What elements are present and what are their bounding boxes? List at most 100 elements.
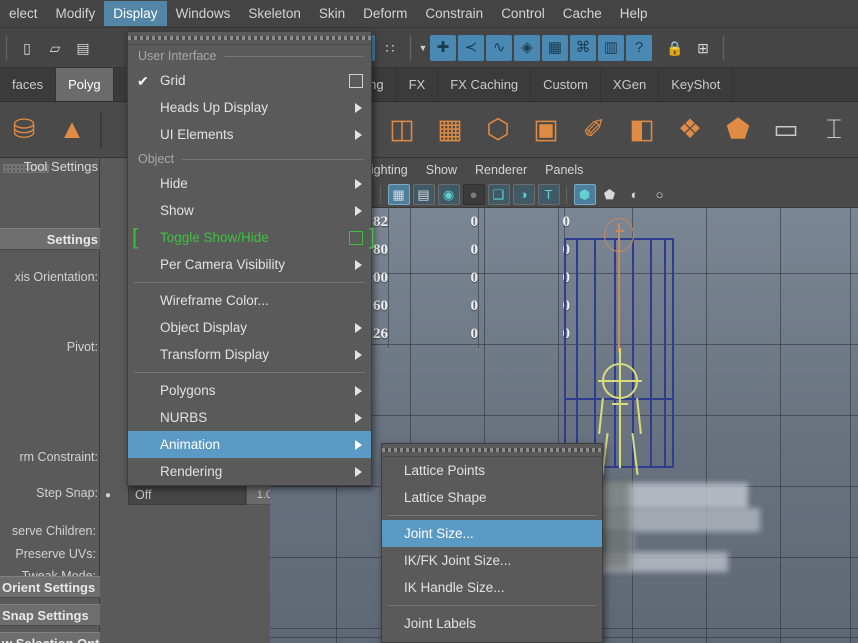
menu-item-nurbs[interactable]: NURBS — [128, 404, 371, 431]
menu-item-hide[interactable]: Hide — [128, 170, 371, 197]
panel-menu-show[interactable]: Show — [417, 163, 466, 177]
snap-view-plane-icon[interactable]: ▦ — [542, 35, 568, 61]
menu-deform[interactable]: Deform — [354, 1, 416, 26]
submenu-arrow-icon — [355, 386, 362, 396]
menu-modify[interactable]: Modify — [47, 1, 105, 26]
submenu-tear-off-handle[interactable] — [382, 444, 602, 457]
menu-item-polygons[interactable]: Polygons — [128, 377, 371, 404]
xray-joints-icon[interactable]: ◑ — [513, 184, 535, 205]
make-live-icon[interactable]: ⌘ — [570, 35, 596, 61]
menu-control[interactable]: Control — [492, 1, 554, 26]
poly-append-icon[interactable]: ⌶ — [813, 109, 855, 151]
smooth-shade-icon[interactable]: ⬢ — [574, 184, 596, 205]
menu-windows[interactable]: Windows — [167, 1, 240, 26]
readout-c3: 0 — [478, 326, 570, 343]
texture-icon[interactable]: T — [538, 184, 560, 205]
bracket-right-icon: ] — [369, 226, 375, 248]
shaded-cube-icon[interactable]: ⬟ — [599, 184, 621, 205]
poly-multicut-icon[interactable]: ▣ — [525, 109, 567, 151]
menu-item-transform-display[interactable]: Transform Display — [128, 341, 371, 368]
menu-constrain[interactable]: Constrain — [416, 1, 492, 26]
poly-cube-smooth-icon[interactable]: ⬡ — [477, 109, 519, 151]
step-snap-value-field[interactable]: Off — [128, 485, 246, 505]
shelf-tab-keyshot[interactable]: KeyShot — [659, 68, 733, 101]
gate-mask-icon[interactable]: ● — [463, 184, 485, 205]
menu-divider — [134, 282, 365, 283]
xray-icon[interactable]: ❑ — [488, 184, 510, 205]
menu-item-toggle-show-hide[interactable]: [ Toggle Show/Hide ] — [128, 224, 371, 251]
menu-skin[interactable]: Skin — [310, 1, 354, 26]
snap-grid-icon[interactable]: ✚ — [430, 35, 456, 61]
panel-drag-grip[interactable]: Tool Settings — [0, 158, 100, 178]
save-scene-icon[interactable]: ▤ — [70, 35, 96, 61]
menu-tear-off-handle[interactable] — [128, 32, 371, 45]
poly-extrude-icon[interactable]: ◧ — [621, 109, 663, 151]
menu-item-rendering[interactable]: Rendering — [128, 458, 371, 485]
menu-skeleton[interactable]: Skeleton — [239, 1, 310, 26]
field-axis-orientation-label: xis Orientation: — [15, 270, 100, 284]
help-icon[interactable]: ? — [626, 35, 652, 61]
poly-bridge-icon[interactable]: ▭ — [765, 109, 807, 151]
poly-cone-icon[interactable]: ▲ — [51, 109, 93, 151]
shelf-tab-fx[interactable]: FX — [397, 68, 439, 101]
shadows-icon[interactable]: ○ — [649, 184, 671, 205]
film-gate-icon[interactable]: ▤ — [413, 184, 435, 205]
toolbar-separator — [5, 36, 8, 60]
grid-option-box-icon[interactable] — [349, 74, 363, 88]
lock-icon[interactable]: 🔒 — [662, 35, 688, 61]
readout-c2: 0 — [388, 298, 478, 315]
submenu-item-joint-labels[interactable]: Joint Labels — [382, 610, 602, 637]
menu-item-object-display[interactable]: Object Display — [128, 314, 371, 341]
shelf-tab-fx-caching[interactable]: FX Caching — [438, 68, 531, 101]
poly-boolean-icon[interactable]: ⬟ — [717, 109, 759, 151]
submenu-item-lattice-points[interactable]: Lattice Points — [382, 457, 602, 484]
select-component-icon[interactable]: ∷ — [377, 35, 403, 61]
snap-point-icon[interactable]: ∿ — [486, 35, 512, 61]
panel-menu-renderer[interactable]: Renderer — [466, 163, 536, 177]
menu-display[interactable]: Display — [104, 1, 166, 26]
shelf-tab-custom[interactable]: Custom — [531, 68, 601, 101]
menu-select[interactable]: elect — [0, 1, 47, 26]
poly-combine-icon[interactable]: ❖ — [669, 109, 711, 151]
section-settings[interactable]: Settings — [0, 228, 100, 250]
submenu-item-ikfk-joint-size[interactable]: IK/FK Joint Size... — [382, 547, 602, 574]
submenu-item-joint-size[interactable]: Joint Size... — [382, 520, 602, 547]
submenu-arrow-icon — [355, 323, 362, 333]
open-scene-icon[interactable]: ▱ — [42, 35, 68, 61]
menu-cache[interactable]: Cache — [554, 1, 611, 26]
checkbox-preserve-children-label: serve Children: — [0, 524, 100, 538]
panel-menu-panels[interactable]: Panels — [536, 163, 592, 177]
step-snap-radio-icon[interactable]: ● — [105, 490, 111, 501]
shelf-tab-xgen[interactable]: XGen — [601, 68, 659, 101]
poly-cylinder-icon[interactable]: ⛁ — [3, 109, 45, 151]
new-scene-icon[interactable]: ▯ — [14, 35, 40, 61]
menu-item-heads-up-display[interactable]: Heads Up Display — [128, 94, 371, 121]
shelf-tab-surfaces[interactable]: faces — [0, 68, 56, 101]
menu-item-show-label: Show — [160, 203, 194, 218]
submenu-item-ik-handle-size[interactable]: IK Handle Size... — [382, 574, 602, 601]
lighting-icon[interactable]: ◐ — [624, 184, 646, 205]
select-by-name-icon[interactable]: ⊞ — [690, 35, 716, 61]
menu-item-grid[interactable]: ✔ Grid — [128, 67, 371, 94]
snap-curve-icon[interactable]: ≺ — [458, 35, 484, 61]
shelf-tab-polygons[interactable]: Polyg — [56, 68, 114, 101]
poly-bevel-icon[interactable]: ✐ — [573, 109, 615, 151]
menu-item-show[interactable]: Show — [128, 197, 371, 224]
poly-grid-icon[interactable]: ▦ — [429, 109, 471, 151]
snap-projected-icon[interactable]: ◈ — [514, 35, 540, 61]
menu-help[interactable]: Help — [611, 1, 657, 26]
animation-submenu: Lattice Points Lattice Shape Joint Size.… — [381, 443, 603, 643]
poly-mirror-icon[interactable]: ◫ — [381, 109, 423, 151]
grid-toggle-icon[interactable]: ▦ — [388, 184, 410, 205]
chevron-down-icon[interactable]: ▼ — [417, 43, 429, 53]
menu-item-ui-elements[interactable]: UI Elements — [128, 121, 371, 148]
resolution-gate-icon[interactable]: ◉ — [438, 184, 460, 205]
render-view-icon[interactable]: ▥ — [598, 35, 624, 61]
menu-item-per-camera-visibility[interactable]: Per Camera Visibility — [128, 251, 371, 278]
submenu-item-lattice-shape[interactable]: Lattice Shape — [382, 484, 602, 511]
menu-item-wireframe-color[interactable]: Wireframe Color... — [128, 287, 371, 314]
skeleton-clavicle — [598, 380, 642, 382]
toggle-option-box-icon[interactable] — [349, 231, 363, 245]
menu-item-animation[interactable]: Animation — [128, 431, 371, 458]
submenu-item-ik-handle-size-label: IK Handle Size... — [404, 580, 505, 595]
